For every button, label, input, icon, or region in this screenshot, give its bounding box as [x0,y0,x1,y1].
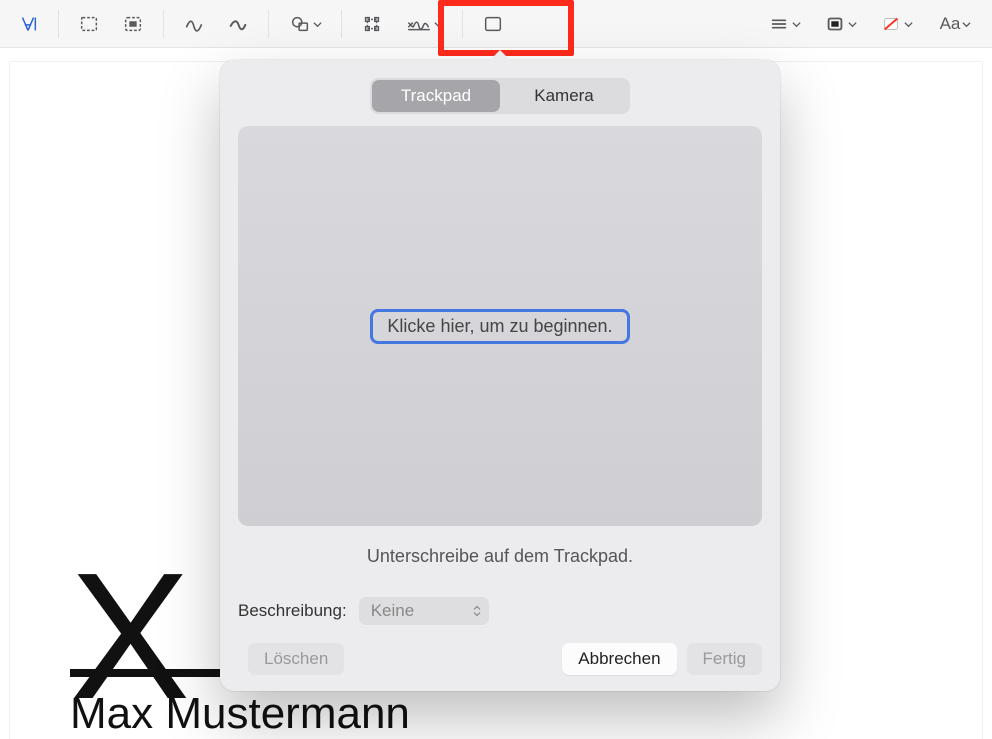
signature-popover: Trackpad Kamera Klicke hier, um zu begin… [220,60,780,691]
markup-toolbar: Aa [0,0,992,48]
shapes-button[interactable] [279,6,331,42]
cancel-button[interactable]: Abbrechen [562,643,676,675]
chevron-down-icon [792,20,800,28]
chevron-down-icon [848,20,856,28]
signature-button[interactable] [396,6,452,42]
description-value: Keine [371,601,414,620]
fill-color-button[interactable] [870,6,922,42]
toolbar-separator [462,10,463,38]
chevron-down-icon [904,20,912,28]
start-signing-hint[interactable]: Klicke hier, um zu beginnen. [370,309,629,344]
chevron-down-icon [962,20,970,28]
selection-rect-button[interactable] [69,6,109,42]
sketch-tool-button[interactable] [174,6,214,42]
tab-camera[interactable]: Kamera [500,80,628,112]
toolbar-separator [58,10,59,38]
instruction-text: Unterschreibe auf dem Trackpad. [238,546,762,567]
border-color-button[interactable] [814,6,866,42]
instant-alpha-button[interactable] [113,6,153,42]
text-tool-button[interactable] [8,6,48,42]
font-label: Aa [940,14,961,34]
description-label: Beschreibung: [238,601,347,621]
signature-canvas[interactable]: Klicke hier, um zu beginnen. [238,126,762,526]
highlight-selection-button[interactable] [352,6,392,42]
toolbar-separator [341,10,342,38]
font-style-button[interactable]: Aa [926,6,984,42]
description-select[interactable]: Keine [359,597,489,625]
done-button[interactable]: Fertig [687,643,762,675]
adjust-color-button[interactable] [473,6,513,42]
input-source-tabs: Trackpad Kamera [370,78,630,114]
toolbar-separator [268,10,269,38]
draw-tool-button[interactable] [218,6,258,42]
updown-icon [473,606,481,617]
toolbar-separator [163,10,164,38]
line-style-button[interactable] [758,6,810,42]
tab-trackpad[interactable]: Trackpad [372,80,500,112]
chevron-down-icon [313,20,321,28]
chevron-down-icon [434,20,442,28]
delete-button[interactable]: Löschen [248,643,344,675]
